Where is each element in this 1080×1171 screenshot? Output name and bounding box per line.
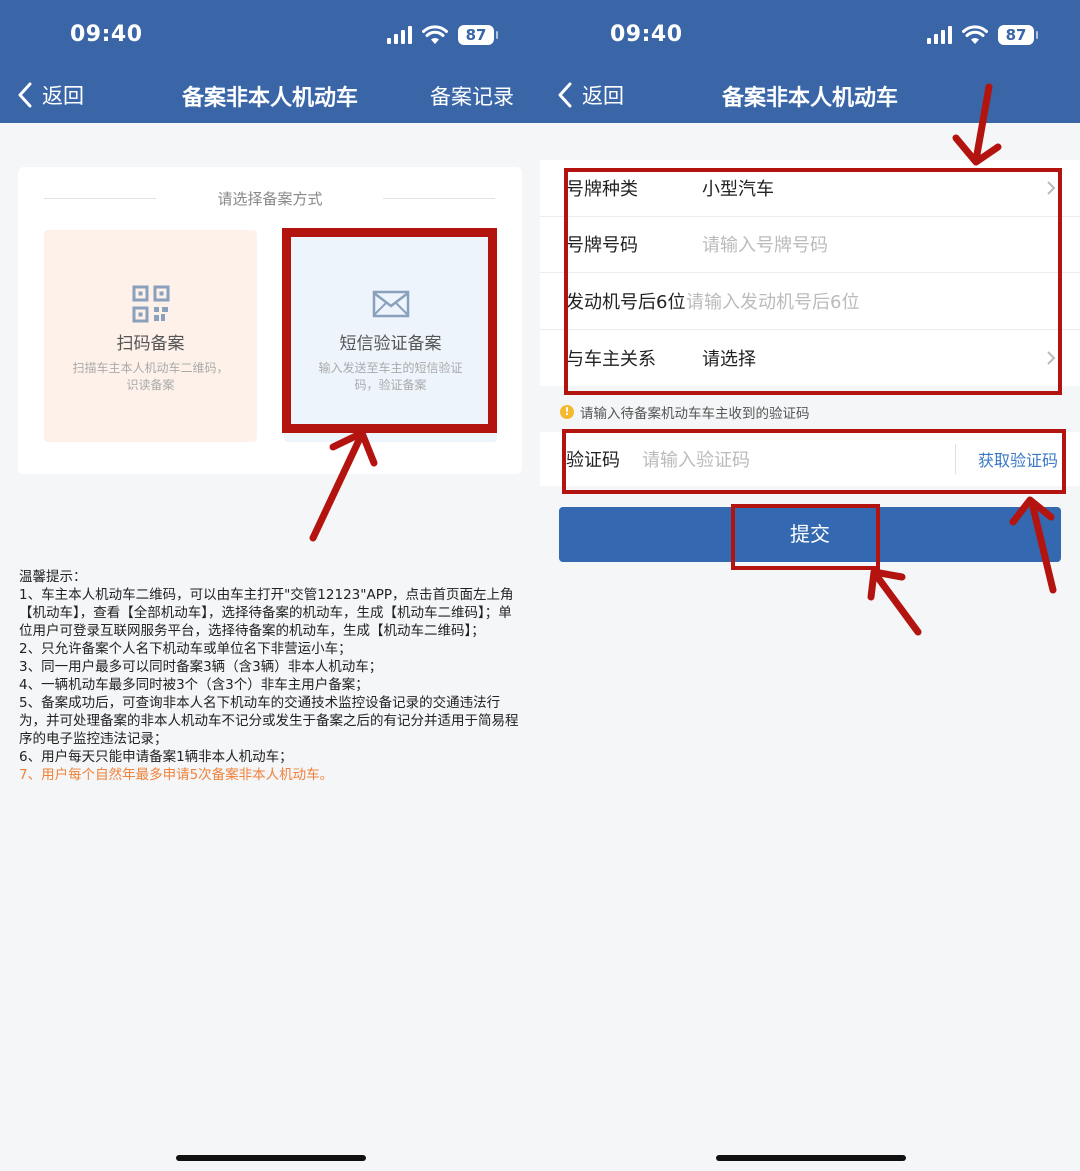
right-screen: 09:40 87 返回 备案非本人机动车 号牌种类 小型汽车 号牌号码 请输入号… (540, 0, 1080, 1171)
battery-icon: 87 (998, 25, 1038, 45)
tips-heading: 温馨提示： (19, 569, 87, 585)
tip-item: 1、车主本人机动车二维码，可以由车主打开"交管12123"APP，点击首页面左上… (19, 587, 514, 639)
status-icons: 87 (927, 25, 1038, 45)
warning-icon: ! (560, 405, 574, 419)
tips-section: 温馨提示： 1、车主本人机动车二维码，可以由车主打开"交管12123"APP，点… (19, 568, 524, 784)
signal-icon (387, 26, 412, 44)
header-bar: 09:40 87 返回 备案非本人机动车 备案记录 (0, 0, 540, 123)
status-icons: 87 (387, 25, 498, 45)
verification-hint: ! 请输入待备案机动车车主收到的验证码 (560, 402, 810, 422)
home-indicator[interactable] (176, 1155, 366, 1161)
tip-item: 2、只允许备案个人名下机动车或单位名下非营运小车； (19, 641, 352, 657)
status-time: 09:40 (610, 22, 683, 47)
signal-icon (927, 26, 952, 44)
wifi-icon (962, 25, 988, 44)
tip-item: 6、用户每天只能申请备案1辆非本人机动车； (19, 749, 293, 765)
annotation-box (282, 228, 497, 433)
wifi-icon (422, 25, 448, 44)
filing-records-button[interactable]: 备案记录 (430, 81, 514, 111)
option-description: 扫描车主本人机动车二维码，识读备案 (72, 361, 229, 392)
page-title: 备案非本人机动车 (721, 86, 898, 111)
tip-item: 4、一辆机动车最多同时被3个（含3个）非车主用户备案； (19, 677, 369, 693)
scan-filing-option[interactable]: 扫码备案 扫描车主本人机动车二维码，识读备案 (44, 230, 257, 442)
battery-icon: 87 (458, 25, 498, 45)
annotation-box (564, 168, 1062, 395)
status-time: 09:40 (70, 22, 143, 47)
annotation-box (562, 429, 1066, 494)
qr-code-icon (132, 285, 169, 323)
header-bar: 09:40 87 返回 备案非本人机动车 (540, 0, 1080, 123)
option-label: 扫码备案 (116, 334, 185, 354)
tip-item-highlight: 7、用户每个自然年最多申请5次备案非本人机动车。 (19, 767, 334, 783)
hint-text: 请输入待备案机动车车主收到的验证码 (580, 406, 810, 422)
home-indicator[interactable] (716, 1155, 906, 1161)
left-screen: 09:40 87 返回 备案非本人机动车 备案记录 请选择备案方式 扫码备案 扫… (0, 0, 540, 1171)
tip-item: 5、备案成功后，可查询非本人名下机动车的交通技术监控设备记录的交通违法行为，并可… (19, 695, 519, 747)
tip-item: 3、同一用户最多可以同时备案3辆（含3辆）非本人机动车； (19, 659, 383, 675)
annotation-box (731, 504, 880, 570)
method-title: 请选择备案方式 (217, 190, 323, 208)
